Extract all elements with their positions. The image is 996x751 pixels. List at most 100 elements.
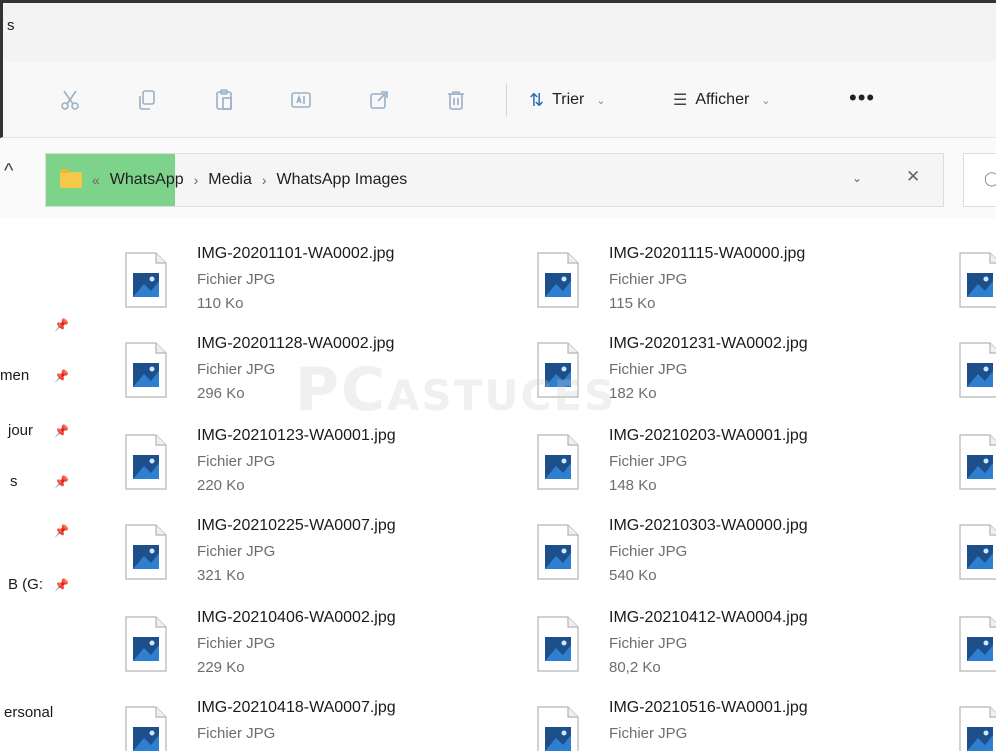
image-file-icon: [536, 433, 580, 491]
image-file-icon: [958, 433, 996, 491]
share-icon[interactable]: [359, 80, 399, 120]
file-name: IMG-20210225-WA0007.jpg: [197, 517, 396, 534]
close-icon[interactable]: ✕: [906, 167, 920, 187]
file-name: IMG-20201115-WA0000.jpg: [609, 245, 806, 262]
file-item-partial[interactable]: [958, 512, 996, 602]
file-type: Fichier JPG: [609, 453, 688, 470]
address-bar[interactable]: « WhatsApp › Media › WhatsApp Images ⌄ ✕: [45, 153, 944, 207]
file-size: 296 Ko: [197, 385, 245, 402]
file-type: Fichier JPG: [609, 543, 688, 560]
view-label: Afficher: [695, 91, 750, 108]
image-file-icon: [124, 341, 168, 399]
file-type: Fichier JPG: [197, 725, 276, 742]
file-name: IMG-20210516-WA0001.jpg: [609, 699, 808, 716]
file-item[interactable]: IMG-20210203-WA0001.jpg Fichier JPG 148 Ko: [536, 422, 936, 512]
breadcrumb-whatsapp-images[interactable]: WhatsApp Images: [277, 171, 408, 189]
delete-icon[interactable]: [436, 80, 476, 120]
overflow-icon[interactable]: «: [92, 172, 100, 188]
paste-icon[interactable]: [204, 80, 244, 120]
image-file-icon: [124, 523, 168, 581]
file-type: Fichier JPG: [197, 635, 276, 652]
file-item[interactable]: IMG-20201115-WA0000.jpg Fichier JPG 115 Ko: [536, 240, 936, 330]
file-name: IMG-20210303-WA0000.jpg: [609, 517, 808, 534]
file-list: IMG-20201101-WA0002.jpg Fichier JPG 110 Ko…: [90, 218, 996, 751]
rename-icon[interactable]: [281, 80, 321, 120]
view-icon: ☰: [673, 92, 688, 109]
sort-icon: ⇅: [529, 89, 545, 110]
image-file-icon: [124, 705, 168, 751]
image-file-icon: [536, 523, 580, 581]
file-name: IMG-20210123-WA0001.jpg: [197, 427, 396, 444]
cut-icon[interactable]: [50, 80, 90, 120]
file-name: IMG-20201128-WA0002.jpg: [197, 335, 395, 352]
sort-label: Trier: [552, 91, 585, 108]
file-item[interactable]: IMG-20201128-WA0002.jpg Fichier JPG 296 Ko: [124, 330, 524, 420]
file-size: 115 Ko: [609, 295, 656, 312]
sort-button[interactable]: ⇅ Trier ⌄: [529, 86, 606, 114]
breadcrumb-whatsapp[interactable]: WhatsApp: [110, 171, 184, 189]
file-size: 80,2 Ko: [609, 659, 661, 676]
breadcrumb-separator: ›: [193, 172, 199, 188]
file-item-partial[interactable]: [958, 694, 996, 751]
pin-icon: 📌: [54, 424, 69, 438]
file-item[interactable]: IMG-20201101-WA0002.jpg Fichier JPG 110 Ko: [124, 240, 524, 330]
image-file-icon: [958, 251, 996, 309]
toolbar-separator: [506, 84, 507, 116]
up-arrow-icon[interactable]: ^: [4, 160, 13, 183]
file-size: 110 Ko: [197, 295, 244, 312]
breadcrumb-media[interactable]: Media: [208, 171, 252, 189]
file-item[interactable]: IMG-20210303-WA0000.jpg Fichier JPG 540 Ko: [536, 512, 936, 602]
file-item[interactable]: IMG-20210406-WA0002.jpg Fichier JPG 229 Ko: [124, 604, 524, 694]
file-name: IMG-20210203-WA0001.jpg: [609, 427, 808, 444]
file-name: IMG-20201231-WA0002.jpg: [609, 335, 808, 352]
search-input[interactable]: ◯: [963, 153, 996, 207]
file-size: 148 Ko: [609, 477, 657, 494]
file-type: Fichier JPG: [197, 543, 276, 560]
file-name: IMG-20201101-WA0002.jpg: [197, 245, 395, 262]
file-name: IMG-20210418-WA0007.jpg: [197, 699, 396, 716]
file-name: IMG-20210406-WA0002.jpg: [197, 609, 396, 626]
sidebar-item-0[interactable]: men: [0, 367, 29, 384]
file-type: Fichier JPG: [609, 635, 688, 652]
file-item[interactable]: IMG-20210418-WA0007.jpg Fichier JPG: [124, 694, 524, 751]
image-file-icon: [958, 523, 996, 581]
image-file-icon: [124, 433, 168, 491]
view-button[interactable]: ☰ Afficher ⌄: [673, 86, 771, 114]
more-options-button[interactable]: •••: [849, 85, 875, 111]
copy-icon[interactable]: [127, 80, 167, 120]
pin-icon: 📌: [54, 318, 69, 332]
sidebar-item-5[interactable]: ersonal: [4, 704, 53, 721]
file-item-partial[interactable]: [958, 330, 996, 420]
file-name: IMG-20210412-WA0004.jpg: [609, 609, 808, 626]
file-type: Fichier JPG: [197, 271, 276, 288]
image-file-icon: [536, 341, 580, 399]
folder-icon: [60, 169, 82, 188]
chevron-down-icon: ⌄: [761, 94, 771, 107]
file-item[interactable]: IMG-20210225-WA0007.jpg Fichier JPG 321 Ko: [124, 512, 524, 602]
file-size: 229 Ko: [197, 659, 245, 676]
address-history-chevron-icon[interactable]: ⌄: [852, 171, 862, 185]
sidebar-item-4[interactable]: B (G:: [8, 576, 43, 593]
pin-icon: 📌: [54, 578, 69, 592]
file-item-partial[interactable]: [958, 604, 996, 694]
file-type: Fichier JPG: [197, 361, 276, 378]
image-file-icon: [536, 615, 580, 673]
file-item-partial[interactable]: [958, 422, 996, 512]
file-size: 540 Ko: [609, 567, 657, 584]
file-item[interactable]: IMG-20210123-WA0001.jpg Fichier JPG 220 Ko: [124, 422, 524, 512]
window-title: s: [7, 17, 15, 34]
sidebar-item-2[interactable]: s: [10, 473, 18, 490]
file-item-partial[interactable]: [958, 240, 996, 330]
file-item[interactable]: IMG-20210516-WA0001.jpg Fichier JPG: [536, 694, 936, 751]
sidebar-item-1[interactable]: jour: [8, 422, 33, 439]
pin-icon: 📌: [54, 369, 69, 383]
file-type: Fichier JPG: [197, 453, 276, 470]
file-item[interactable]: IMG-20210412-WA0004.jpg Fichier JPG 80,2 K…: [536, 604, 936, 694]
file-size: 182 Ko: [609, 385, 657, 402]
chevron-down-icon: ⌄: [596, 94, 606, 107]
navigation-pane: 📌 men 📌 jour 📌 s 📌 📌 B (G: 📌 ersonal: [0, 218, 90, 751]
file-type: Fichier JPG: [609, 725, 688, 742]
file-size: 321 Ko: [197, 567, 245, 584]
file-item[interactable]: IMG-20201231-WA0002.jpg Fichier JPG 182 Ko: [536, 330, 936, 420]
navigation-row: ^ « WhatsApp › Media › WhatsApp Images ⌄…: [0, 138, 996, 218]
